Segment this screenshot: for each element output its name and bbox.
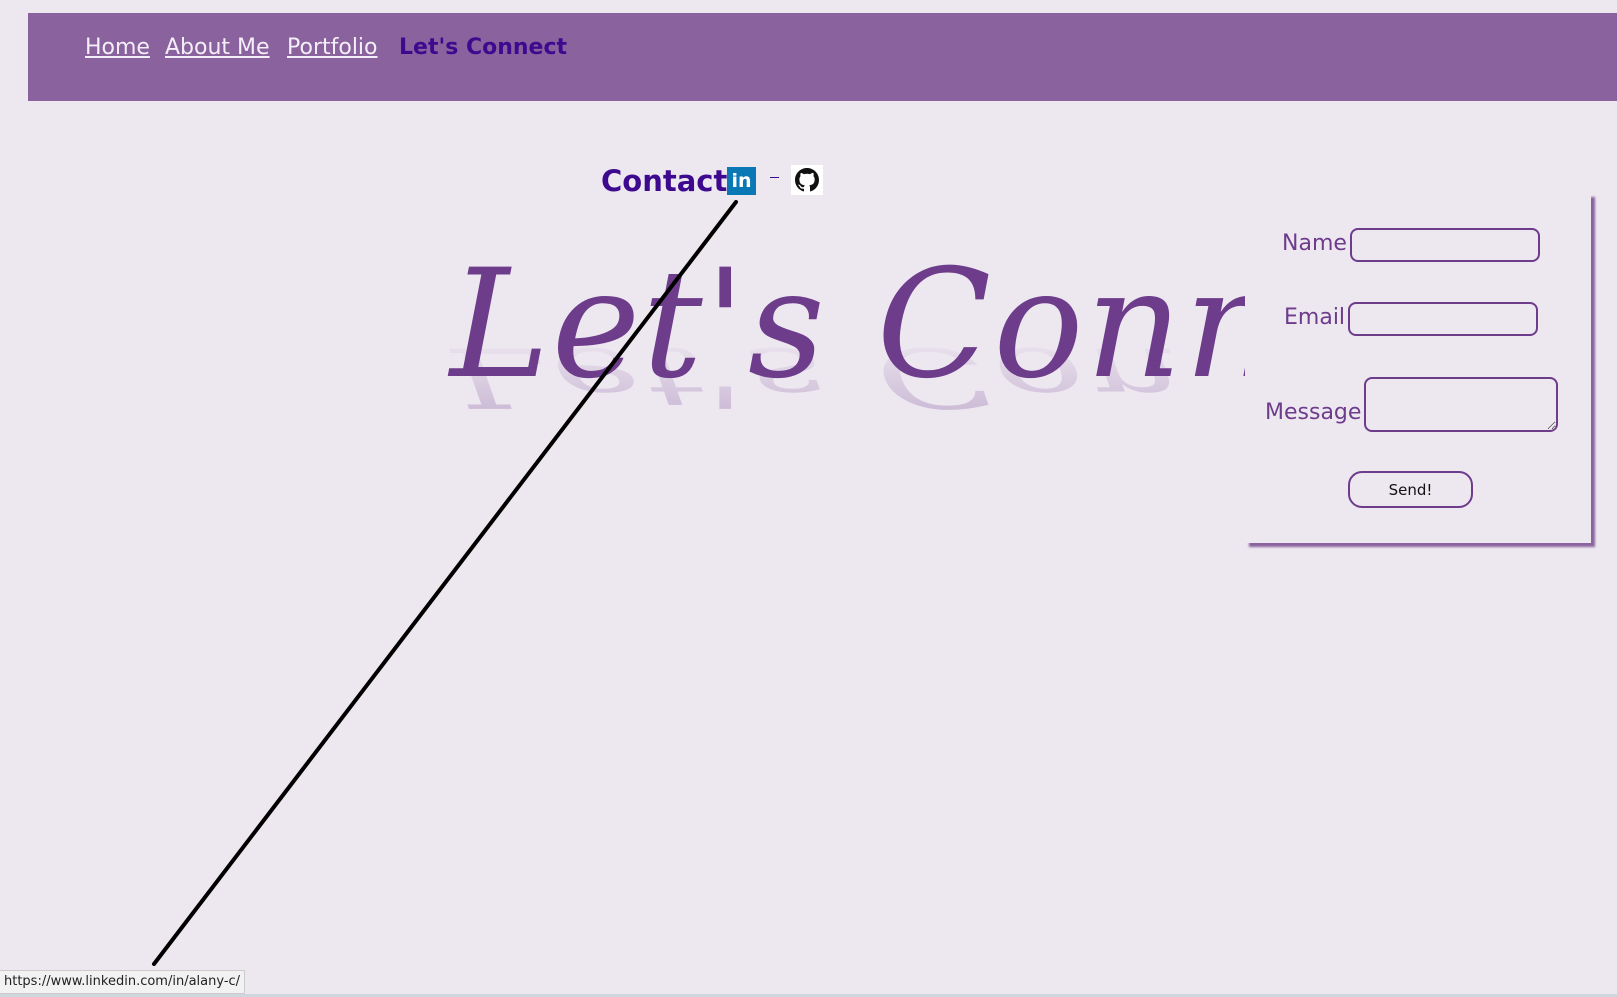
github-icon[interactable] [791,165,823,195]
email-field[interactable] [1348,302,1538,336]
message-field[interactable] [1364,377,1558,432]
top-navbar: Home About Me Portfolio Let's Connect [28,13,1617,101]
email-label: Email [1284,305,1346,330]
name-label: Name [1282,231,1347,256]
icon-separator [770,176,779,178]
send-button[interactable]: Send! [1348,471,1473,508]
message-label: Message [1265,400,1362,425]
browser-status-bar: https://www.linkedin.com/in/alany-c/ [0,970,246,994]
nav-link-home[interactable]: Home [85,35,150,60]
nav-link-about-me[interactable]: About Me [165,35,270,60]
nav-link-portfolio[interactable]: Portfolio [287,35,378,60]
linkedin-icon[interactable]: in [727,167,756,195]
name-field[interactable] [1350,228,1540,262]
github-icon-glyph [795,168,819,192]
nav-link-lets-connect[interactable]: Let's Connect [399,35,567,60]
hero-title-reflection: Let's Connect [450,335,1170,419]
contact-heading: Contact [601,164,728,198]
contact-form: Name Email Message Send! [1245,193,1591,543]
